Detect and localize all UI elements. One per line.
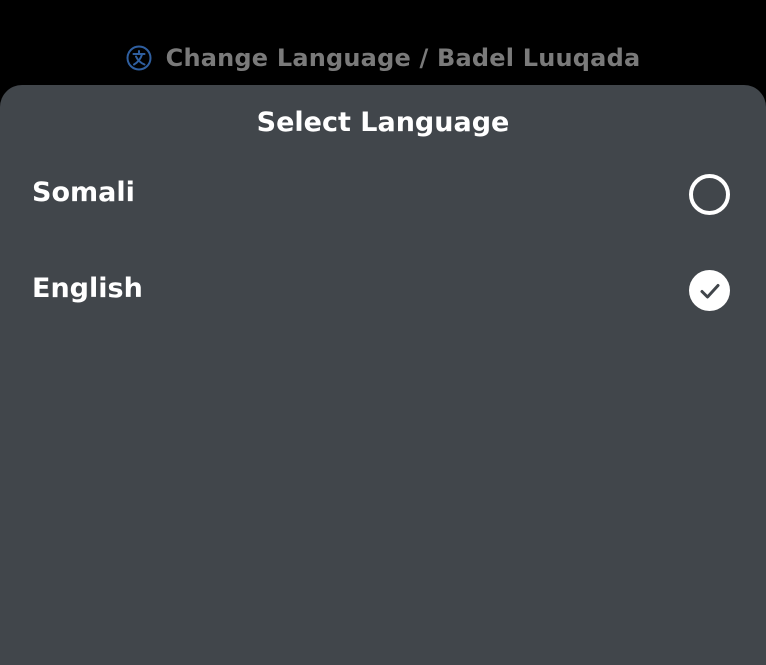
language-header: Change Language / Badel Luuqada — [0, 0, 766, 88]
radio-checked-icon[interactable] — [689, 270, 730, 311]
option-english[interactable]: English — [0, 255, 766, 327]
option-label: English — [32, 273, 143, 304]
checkmark-icon — [700, 283, 719, 298]
option-somali[interactable]: Somali — [0, 159, 766, 231]
sheet-title: Select Language — [256, 107, 510, 138]
header-title: Change Language / Badel Luuqada — [165, 44, 641, 72]
radio-unchecked-icon[interactable] — [689, 174, 730, 215]
option-label: Somali — [32, 177, 135, 208]
language-sheet: Select Language Somali English — [0, 85, 766, 665]
translate-icon — [126, 45, 152, 71]
